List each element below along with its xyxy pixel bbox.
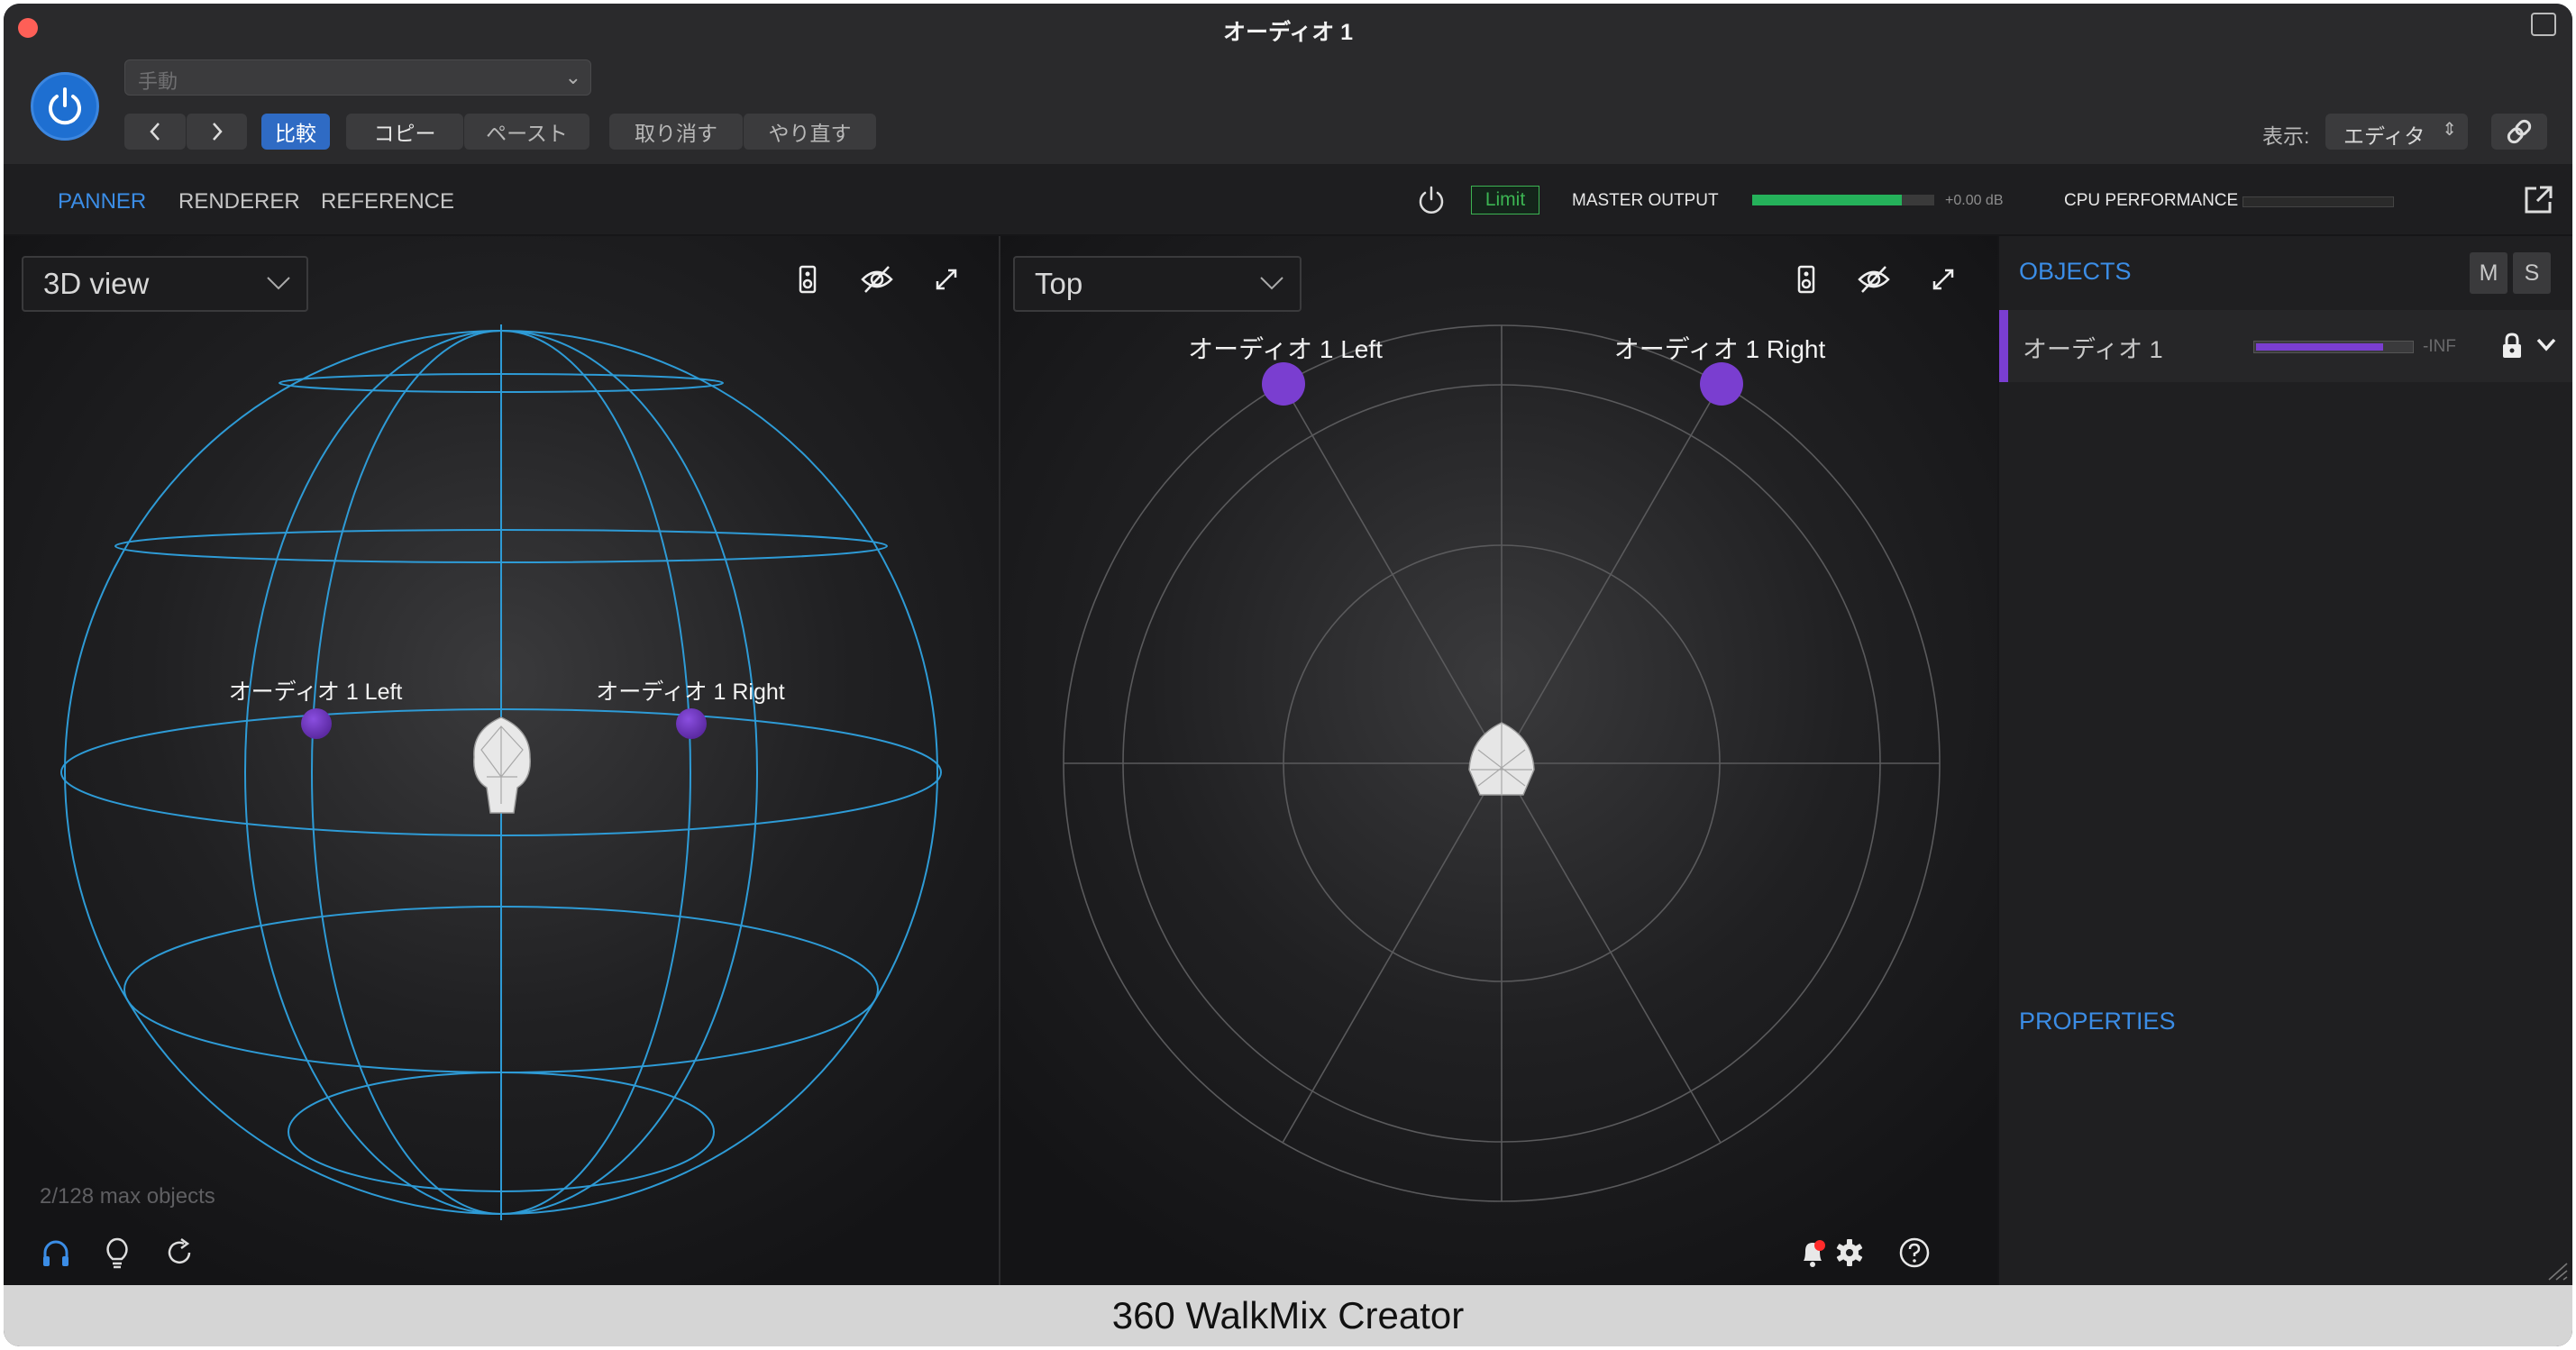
object-label-left: オーディオ 1 Left: [228, 680, 403, 705]
chevron-down-icon[interactable]: [2535, 335, 2558, 355]
lightbulb-icon[interactable]: [103, 1236, 132, 1269]
help-icon[interactable]: [1898, 1236, 1931, 1269]
object-level-meter-fill: [2256, 343, 2384, 351]
tab-renderer[interactable]: RENDERER: [178, 189, 300, 214]
3d-sphere-grid: [60, 324, 942, 1220]
link-button[interactable]: [2491, 114, 2547, 150]
listener-head-icon: [473, 716, 531, 814]
chevron-right-icon: [212, 123, 223, 141]
gear-icon[interactable]: [1833, 1236, 1866, 1269]
paste-button[interactable]: ペースト: [463, 114, 589, 150]
caption-text: 360 WalkMix Creator: [1111, 1294, 1465, 1336]
chevron-left-icon: [150, 123, 160, 141]
caption-footer: 360 WalkMix Creator: [4, 1285, 2572, 1346]
window-title: オーディオ 1: [1222, 20, 1354, 45]
top-view-polar-grid: [1063, 324, 1941, 1202]
top-object-label-right: オーディオ 1 Right: [1613, 335, 1826, 363]
lock-icon[interactable]: [2500, 332, 2524, 360]
top-view-panel[interactable]: Top オーディオ 1 Left オーディオ 1 Right: [1000, 236, 1997, 1285]
link-icon: [2507, 119, 2532, 144]
objects-panel: OBJECTS M S オーディオ 1 -INF PROPERTIES: [1999, 236, 2572, 1285]
plugin-top-bar: PANNER RENDERER REFERENCE Limit MASTER O…: [4, 164, 2572, 234]
listener-head-icon: [1468, 722, 1535, 796]
tab-panner[interactable]: PANNER: [58, 189, 146, 214]
3d-view-panel[interactable]: 3D view オーディオ 1 Left オーディオ 1 Right 2/128…: [4, 236, 999, 1285]
view-value: エディタ: [2343, 124, 2425, 148]
limit-toggle[interactable]: Limit: [1471, 186, 1539, 214]
master-output-meter-fill: [1752, 195, 1902, 205]
max-objects-count: 2/128 max objects: [40, 1184, 215, 1209]
resize-grip-icon[interactable]: [2544, 1260, 2569, 1282]
object-dot-right[interactable]: [676, 708, 707, 739]
object-label-right: オーディオ 1 Right: [596, 680, 785, 705]
power-icon: [49, 87, 81, 125]
master-output-meter: [1752, 195, 1934, 205]
object-level-value: -INF: [2423, 337, 2456, 356]
preset-selector[interactable]: 手動 ⌄: [124, 59, 591, 96]
cpu-performance-label: CPU PERFORMANCE: [2064, 191, 2239, 210]
plugin-window: オーディオ 1 手動 ⌄ 比較 コピー ペースト 取り消す やり直す 表示: エ…: [4, 4, 2572, 1346]
view-selector[interactable]: エディタ ⇕: [2325, 114, 2468, 150]
preset-value: 手動: [138, 70, 178, 93]
top-object-label-left: オーディオ 1 Left: [1188, 335, 1383, 363]
redo-button[interactable]: やり直す: [743, 114, 876, 150]
top-object-dot-left[interactable]: [1262, 362, 1305, 406]
popout-icon[interactable]: [2522, 184, 2554, 216]
object-color-accent: [1999, 310, 2008, 382]
objects-header: OBJECTS: [2019, 258, 2132, 285]
show-label: 表示:: [2262, 124, 2310, 148]
undo-button[interactable]: 取り消す: [609, 114, 743, 150]
notification-bell-icon[interactable]: [1797, 1236, 1828, 1269]
tab-reference[interactable]: REFERENCE: [321, 189, 454, 214]
reset-icon[interactable]: [164, 1236, 195, 1269]
object-name: オーディオ 1: [2023, 336, 2163, 363]
next-preset-button[interactable]: [186, 114, 247, 150]
object-level-meter: [2253, 341, 2414, 353]
cpu-performance-meter: [2243, 196, 2394, 207]
previous-preset-button[interactable]: [124, 114, 186, 150]
updown-chevron-icon: ⇕: [2442, 120, 2457, 140]
chevron-down-icon: ⌄: [564, 66, 581, 88]
object-dot-left[interactable]: [301, 708, 332, 739]
master-output-label: MASTER OUTPUT: [1572, 191, 1719, 210]
compare-button[interactable]: 比較: [261, 114, 330, 150]
top-object-dot-right[interactable]: [1700, 362, 1743, 406]
mute-all-button[interactable]: M: [2470, 252, 2507, 294]
headphones-icon[interactable]: [40, 1236, 72, 1269]
copy-button[interactable]: コピー: [346, 114, 463, 150]
host-header: オーディオ 1 手動 ⌄ 比較 コピー ペースト 取り消す やり直す 表示: エ…: [4, 4, 2572, 164]
properties-header: PROPERTIES: [2019, 1008, 2176, 1035]
solo-all-button[interactable]: S: [2513, 252, 2551, 294]
limiter-power-icon[interactable]: [1415, 184, 1448, 216]
object-row[interactable]: オーディオ 1 -INF: [1999, 310, 2572, 382]
window-mode-icon[interactable]: [2531, 13, 2556, 36]
bypass-power-button[interactable]: [31, 72, 99, 141]
master-output-db: +0.00 dB: [1945, 193, 2004, 208]
